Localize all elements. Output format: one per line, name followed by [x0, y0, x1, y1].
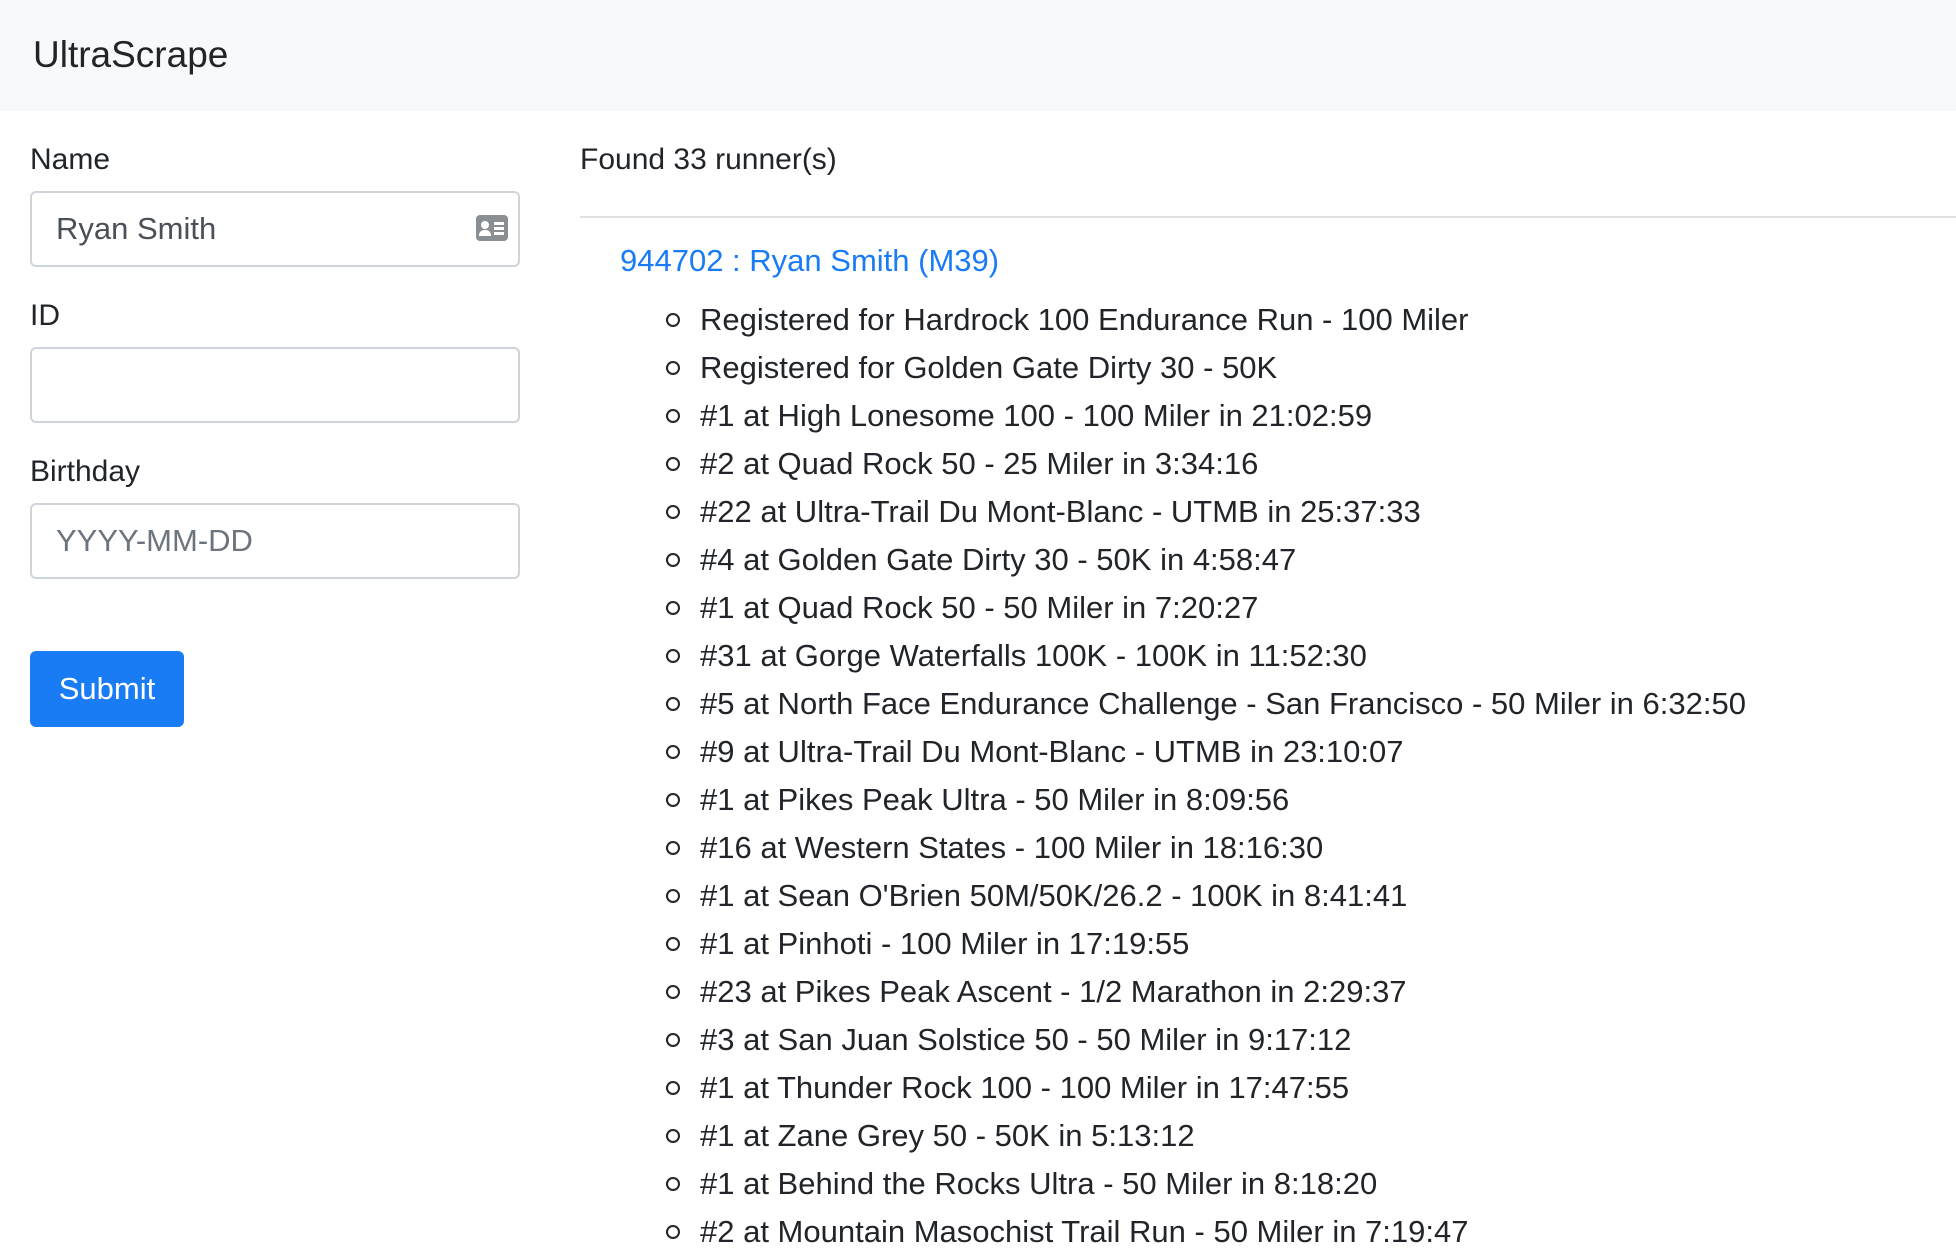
divider [580, 216, 1956, 218]
race-text: Registered for Golden Gate Dirty 30 - 50… [700, 350, 1278, 385]
list-item: #1 at Pikes Peak Ultra - 50 Miler in 8:0… [666, 776, 1746, 824]
list-item: #23 at Pikes Peak Ascent - 1/2 Marathon … [666, 968, 1746, 1016]
race-text: #2 at Mountain Masochist Trail Run - 50 … [700, 1214, 1469, 1249]
race-text: #1 at Sean O'Brien 50M/50K/26.2 - 100K i… [700, 878, 1408, 913]
runner-link[interactable]: 944702 : Ryan Smith (M39) [620, 241, 999, 281]
bullet-icon [666, 937, 680, 951]
list-item: #1 at High Lonesome 100 - 100 Miler in 2… [666, 392, 1746, 440]
list-item: #1 at Sean O'Brien 50M/50K/26.2 - 100K i… [666, 872, 1746, 920]
bullet-icon [666, 649, 680, 663]
bullet-icon [666, 1225, 680, 1239]
bullet-icon [666, 793, 680, 807]
bullet-icon [666, 697, 680, 711]
search-form: Name ID Birthday Submit [30, 111, 520, 727]
list-item: #2 at Mountain Masochist Trail Run - 50 … [666, 1208, 1746, 1256]
race-text: #1 at Pinhoti - 100 Miler in 17:19:55 [700, 926, 1190, 961]
race-text: #1 at Behind the Rocks Ultra - 50 Miler … [700, 1166, 1378, 1201]
bullet-icon [666, 985, 680, 999]
bullet-icon [666, 745, 680, 759]
bullet-icon [666, 1177, 680, 1191]
race-text: #22 at Ultra-Trail Du Mont-Blanc - UTMB … [700, 494, 1421, 529]
birthday-label: Birthday [30, 455, 141, 488]
bullet-icon [666, 553, 680, 567]
race-text: #31 at Gorge Waterfalls 100K - 100K in 1… [700, 638, 1367, 673]
bullet-icon [666, 841, 680, 855]
list-item: #1 at Quad Rock 50 - 50 Miler in 7:20:27 [666, 584, 1746, 632]
bullet-icon [666, 505, 680, 519]
name-label: Name [30, 143, 111, 176]
race-text: #4 at Golden Gate Dirty 30 - 50K in 4:58… [700, 542, 1297, 577]
list-item: #3 at San Juan Solstice 50 - 50 Miler in… [666, 1016, 1746, 1064]
list-item: #1 at Pinhoti - 100 Miler in 17:19:55 [666, 920, 1746, 968]
id-label: ID [30, 299, 60, 332]
bullet-icon [666, 313, 680, 327]
bullet-icon [666, 457, 680, 471]
race-text: #1 at Zane Grey 50 - 50K in 5:13:12 [700, 1118, 1195, 1153]
bullet-icon [666, 1129, 680, 1143]
id-input[interactable] [30, 347, 520, 423]
list-item: #22 at Ultra-Trail Du Mont-Blanc - UTMB … [666, 488, 1746, 536]
brand-link[interactable]: UltraScrape [33, 32, 228, 78]
list-item: #1 at Zane Grey 50 - 50K in 5:13:12 [666, 1112, 1746, 1160]
contact-card-icon [476, 215, 508, 241]
birthday-input[interactable] [30, 503, 520, 579]
race-text: #1 at High Lonesome 100 - 100 Miler in 2… [700, 398, 1373, 433]
bullet-icon [666, 1033, 680, 1047]
bullet-icon [666, 361, 680, 375]
race-text: #16 at Western States - 100 Miler in 18:… [700, 830, 1324, 865]
submit-button[interactable]: Submit [30, 651, 184, 727]
list-item: #1 at Thunder Rock 100 - 100 Miler in 17… [666, 1064, 1746, 1112]
list-item: #31 at Gorge Waterfalls 100K - 100K in 1… [666, 632, 1746, 680]
race-text: #5 at North Face Endurance Challenge - S… [700, 686, 1746, 721]
navbar: UltraScrape [0, 0, 1956, 111]
list-item: Registered for Hardrock 100 Endurance Ru… [666, 296, 1746, 344]
list-item: Registered for Golden Gate Dirty 30 - 50… [666, 344, 1746, 392]
race-text: #1 at Thunder Rock 100 - 100 Miler in 17… [700, 1070, 1350, 1105]
list-item: #16 at Western States - 100 Miler in 18:… [666, 824, 1746, 872]
name-field-wrap [30, 191, 520, 267]
race-text: #9 at Ultra-Trail Du Mont-Blanc - UTMB i… [700, 734, 1404, 769]
bullet-icon [666, 601, 680, 615]
race-text: #2 at Quad Rock 50 - 25 Miler in 3:34:16 [700, 446, 1259, 481]
results-summary: Found 33 runner(s) [580, 143, 837, 176]
list-item: #1 at Behind the Rocks Ultra - 50 Miler … [666, 1160, 1746, 1208]
bullet-icon [666, 409, 680, 423]
race-text: #1 at Pikes Peak Ultra - 50 Miler in 8:0… [700, 782, 1290, 817]
race-text: Registered for Hardrock 100 Endurance Ru… [700, 302, 1469, 337]
bullet-icon [666, 1081, 680, 1095]
race-text: #23 at Pikes Peak Ascent - 1/2 Marathon … [700, 974, 1407, 1009]
race-list: Registered for Hardrock 100 Endurance Ru… [666, 296, 1746, 1256]
race-text: #3 at San Juan Solstice 50 - 50 Miler in… [700, 1022, 1352, 1057]
list-item: #9 at Ultra-Trail Du Mont-Blanc - UTMB i… [666, 728, 1746, 776]
list-item: #5 at North Face Endurance Challenge - S… [666, 680, 1746, 728]
list-item: #2 at Quad Rock 50 - 25 Miler in 3:34:16 [666, 440, 1746, 488]
birthday-field-wrap [30, 503, 520, 579]
name-input[interactable] [30, 191, 520, 267]
race-text: #1 at Quad Rock 50 - 50 Miler in 7:20:27 [700, 590, 1259, 625]
bullet-icon [666, 889, 680, 903]
id-field-wrap [30, 347, 520, 423]
list-item: #4 at Golden Gate Dirty 30 - 50K in 4:58… [666, 536, 1746, 584]
